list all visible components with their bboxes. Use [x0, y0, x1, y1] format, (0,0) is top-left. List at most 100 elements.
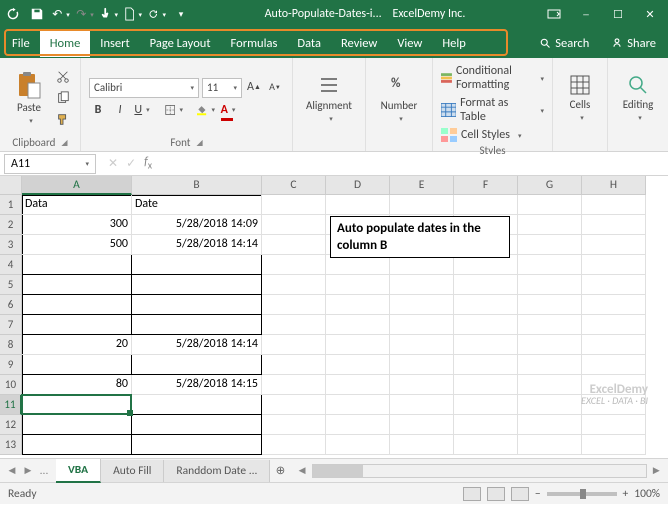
tab-insert[interactable]: Insert	[90, 30, 139, 57]
worksheet-grid[interactable]: ABCDEFGH 12345678910111213 DataDate3005/…	[0, 176, 668, 458]
sheet-nav-ellipsis[interactable]: ...	[38, 464, 50, 478]
zoom-level[interactable]: 100%	[634, 487, 660, 501]
ribbon-options-icon[interactable]	[540, 2, 568, 26]
formula-input[interactable]	[152, 154, 668, 174]
number-button[interactable]: % Number ▾	[374, 66, 424, 130]
sheet-tab-random[interactable]: Randdom Date ...	[164, 460, 270, 482]
cell-A1[interactable]: Data	[22, 195, 132, 215]
qat-customize-icon[interactable]: ▾	[172, 5, 190, 23]
cell-B2[interactable]: 5/28/2018 14:09	[132, 215, 262, 235]
row-header[interactable]: 12	[0, 415, 22, 435]
redo-icon[interactable]: ↷▾	[76, 5, 94, 23]
column-header[interactable]: H	[582, 176, 646, 195]
sheet-nav-first-icon[interactable]: ◄	[6, 464, 18, 478]
row-header[interactable]: 9	[0, 355, 22, 375]
sheet-tab-vba[interactable]: VBA	[56, 459, 101, 483]
underline-icon[interactable]: U▾	[133, 101, 151, 119]
tab-file[interactable]: File	[2, 30, 40, 57]
zoom-out-icon[interactable]: −	[535, 487, 541, 501]
alignment-button[interactable]: Alignment ▾	[301, 66, 357, 130]
cancel-formula-icon[interactable]: ✕	[108, 156, 118, 171]
cell-B10[interactable]: 5/28/2018 14:15	[132, 375, 262, 395]
minimize-icon[interactable]: ─	[572, 2, 600, 26]
conditional-formatting-button[interactable]: Conditional Formatting▾	[441, 64, 544, 92]
tab-page-layout[interactable]: Page Layout	[140, 30, 221, 57]
cell-B3[interactable]: 5/28/2018 14:14	[132, 235, 262, 255]
sheet-tab-autofill[interactable]: Auto Fill	[101, 460, 164, 482]
editing-button[interactable]: Editing ▾	[616, 66, 660, 130]
row-header[interactable]: 1	[0, 195, 22, 215]
cell-A3[interactable]: 500	[22, 235, 132, 255]
paste-button[interactable]: Paste ▾	[8, 66, 50, 130]
zoom-slider[interactable]	[547, 492, 617, 496]
sheet-nav-next-icon[interactable]: ►	[22, 464, 34, 478]
cell-B8[interactable]: 5/28/2018 14:14	[132, 335, 262, 355]
copy-icon[interactable]	[54, 89, 72, 107]
maximize-icon[interactable]: ☐	[604, 2, 632, 26]
refresh-icon[interactable]: ▾	[148, 5, 166, 23]
row-header[interactable]: 3	[0, 235, 22, 255]
share-button[interactable]: Share	[601, 30, 666, 57]
autosave-icon[interactable]	[4, 5, 22, 23]
row-header[interactable]: 8	[0, 335, 22, 355]
font-color-icon[interactable]: A ▾	[219, 101, 237, 119]
add-sheet-icon[interactable]: ⊕	[270, 463, 290, 478]
row-header[interactable]: 11	[0, 395, 22, 415]
cell-B1[interactable]: Date	[132, 195, 262, 215]
horizontal-scrollbar[interactable]	[312, 464, 647, 478]
scroll-left-icon[interactable]: ◄	[296, 464, 307, 478]
zoom-in-icon[interactable]: +	[623, 487, 629, 501]
tab-formulas[interactable]: Formulas	[221, 30, 288, 57]
decrease-font-icon[interactable]: A▼	[266, 78, 284, 96]
row-header[interactable]: 6	[0, 295, 22, 315]
cells-button[interactable]: Cells ▾	[561, 66, 599, 130]
search-button[interactable]: Search	[529, 30, 599, 57]
tab-data[interactable]: Data	[287, 30, 331, 57]
tab-help[interactable]: Help	[432, 30, 475, 57]
view-pagelayout-icon[interactable]	[487, 487, 505, 501]
row-header[interactable]: 10	[0, 375, 22, 395]
fill-color-icon[interactable]: ▾	[197, 101, 215, 119]
row-header[interactable]: 4	[0, 255, 22, 275]
row-header[interactable]: 5	[0, 275, 22, 295]
scroll-right-icon[interactable]: ►	[651, 464, 662, 478]
font-launcher-icon[interactable]: ◢	[196, 138, 202, 148]
save-icon[interactable]	[28, 5, 46, 23]
font-family-combo[interactable]: Calibri▾	[89, 78, 199, 98]
column-header[interactable]: G	[518, 176, 582, 195]
enter-formula-icon[interactable]: ✓	[126, 156, 136, 171]
tab-review[interactable]: Review	[331, 30, 387, 57]
borders-icon[interactable]: ▾	[165, 101, 183, 119]
column-header[interactable]: B	[132, 176, 262, 195]
name-box[interactable]: A11▾	[4, 154, 96, 174]
font-size-combo[interactable]: 11▾	[202, 78, 242, 98]
cell-A8[interactable]: 20	[22, 335, 132, 355]
cell-A10[interactable]: 80	[22, 375, 132, 395]
undo-icon[interactable]: ↶▾	[52, 5, 70, 23]
column-header[interactable]: F	[454, 176, 518, 195]
column-header[interactable]: C	[262, 176, 326, 195]
touch-mode-icon[interactable]: ▾	[100, 5, 118, 23]
close-icon[interactable]: ✕	[636, 2, 664, 26]
clipboard-launcher-icon[interactable]: ◢	[61, 138, 67, 148]
cell-A2[interactable]: 300	[22, 215, 132, 235]
format-painter-icon[interactable]	[54, 110, 72, 128]
row-header[interactable]: 7	[0, 315, 22, 335]
format-as-table-button[interactable]: Format as Table▾	[441, 96, 544, 124]
view-pagebreak-icon[interactable]	[511, 487, 529, 501]
view-normal-icon[interactable]	[463, 487, 481, 501]
column-header[interactable]: E	[390, 176, 454, 195]
bold-icon[interactable]: B	[89, 101, 107, 119]
cell-styles-button[interactable]: Cell Styles▾	[441, 128, 544, 142]
tab-view[interactable]: View	[387, 30, 432, 57]
increase-font-icon[interactable]: A▲	[245, 78, 263, 96]
column-header[interactable]: D	[326, 176, 390, 195]
column-header[interactable]: A	[22, 176, 132, 195]
italic-icon[interactable]: I	[111, 101, 129, 119]
fx-icon[interactable]: fx	[144, 155, 152, 171]
new-file-icon[interactable]: ▾	[124, 5, 142, 23]
row-header[interactable]: 13	[0, 435, 22, 455]
tab-home[interactable]: Home	[40, 30, 91, 57]
row-header[interactable]: 2	[0, 215, 22, 235]
cut-icon[interactable]	[54, 68, 72, 86]
